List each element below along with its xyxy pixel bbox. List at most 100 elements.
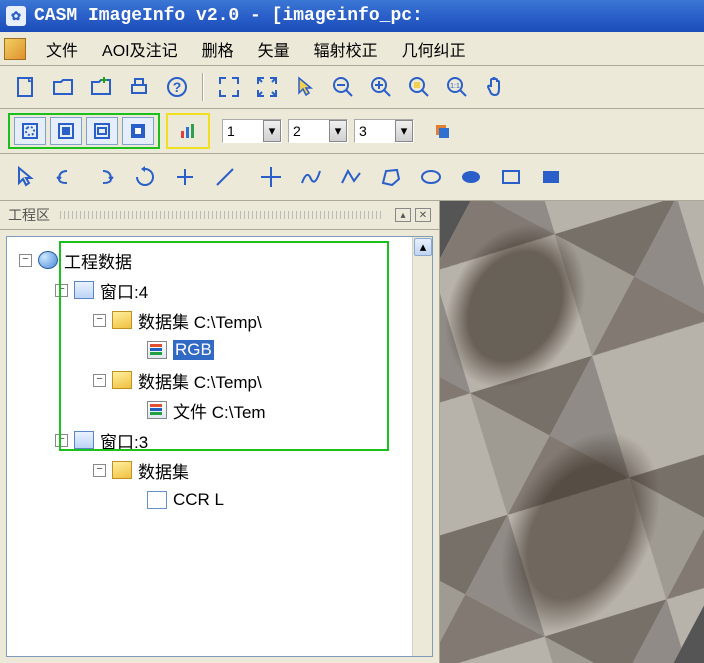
svg-text:1:1: 1:1 bbox=[450, 83, 460, 90]
menu-aoi[interactable]: AOI及注记 bbox=[90, 33, 190, 65]
line-tool[interactable] bbox=[208, 160, 242, 194]
project-tree[interactable]: − 工程数据 − 窗口:4 − 数据集 C:\Temp\ bbox=[7, 237, 412, 656]
tree-dataset-2[interactable]: − 数据集 C:\Temp\ bbox=[11, 365, 408, 395]
help-button[interactable]: ? bbox=[160, 70, 194, 104]
image-viewer[interactable] bbox=[440, 201, 704, 663]
doc-icon bbox=[147, 341, 167, 359]
window-icon bbox=[74, 431, 94, 449]
tree-label: 数据集 C:\Temp\ bbox=[138, 368, 262, 393]
zoom-in-button[interactable] bbox=[364, 70, 398, 104]
menu-vector[interactable]: 矢量 bbox=[246, 33, 302, 65]
add-point-tool[interactable] bbox=[168, 160, 202, 194]
menu-app-icon bbox=[4, 38, 26, 60]
doc-icon bbox=[147, 401, 167, 419]
combo-1-dropdown[interactable]: ▾ bbox=[263, 120, 281, 142]
panel-close-button[interactable]: ✕ bbox=[415, 208, 431, 222]
combo-3-input[interactable] bbox=[355, 123, 395, 139]
pan-button[interactable] bbox=[478, 70, 512, 104]
panel-min-button[interactable]: ▴ bbox=[395, 208, 411, 222]
zoom-region-button[interactable] bbox=[402, 70, 436, 104]
open-plus-button[interactable] bbox=[84, 70, 118, 104]
tree-dataset-1-file[interactable]: RGB bbox=[11, 335, 408, 365]
page-icon bbox=[147, 491, 167, 509]
polyline-tool[interactable] bbox=[334, 160, 368, 194]
tree-dataset-3[interactable]: − 数据集 bbox=[11, 455, 408, 485]
separator bbox=[202, 73, 204, 101]
app-title: CASM ImageInfo v2.0 - [imageinfo_pc: bbox=[34, 6, 423, 26]
zoom-out-button[interactable] bbox=[326, 70, 360, 104]
pointer-button[interactable] bbox=[288, 70, 322, 104]
print-button[interactable] bbox=[122, 70, 156, 104]
svg-text:?: ? bbox=[173, 79, 182, 95]
combo-3[interactable]: ▾ bbox=[354, 119, 414, 143]
draw-toolbar bbox=[0, 154, 704, 201]
cross-tool[interactable] bbox=[254, 160, 288, 194]
fit-in-button[interactable] bbox=[212, 70, 246, 104]
tree-label: 数据集 C:\Temp\ bbox=[138, 308, 262, 333]
collapse-icon[interactable]: − bbox=[55, 284, 68, 297]
view-mode-group bbox=[8, 113, 160, 149]
main-toolbar: ? 1:1 bbox=[0, 66, 704, 109]
mode-4-button[interactable] bbox=[122, 117, 154, 145]
app-icon: ✿ bbox=[6, 6, 26, 26]
globe-icon bbox=[38, 251, 58, 269]
menu-grid[interactable]: 删格 bbox=[190, 33, 246, 65]
menu-geo[interactable]: 几何纠正 bbox=[390, 33, 478, 65]
tree-container: − 工程数据 − 窗口:4 − 数据集 C:\Temp\ bbox=[6, 236, 433, 657]
tree-scrollbar[interactable]: ▴ bbox=[412, 237, 432, 656]
combo-1[interactable]: ▾ bbox=[222, 119, 282, 143]
rect-tool[interactable] bbox=[494, 160, 528, 194]
folder-icon bbox=[112, 311, 132, 329]
folder-icon bbox=[112, 371, 132, 389]
combo-3-dropdown[interactable]: ▾ bbox=[395, 120, 413, 142]
open-button[interactable] bbox=[46, 70, 80, 104]
combo-2-dropdown[interactable]: ▾ bbox=[329, 120, 347, 142]
filled-ellipse-tool[interactable] bbox=[454, 160, 488, 194]
panel-grip bbox=[60, 211, 381, 219]
mode-1-button[interactable] bbox=[14, 117, 46, 145]
curve-tool[interactable] bbox=[294, 160, 328, 194]
tree-dataset-3-file[interactable]: CCR L bbox=[11, 485, 408, 515]
combo-2[interactable]: ▾ bbox=[288, 119, 348, 143]
tree-window-4[interactable]: − 窗口:4 bbox=[11, 275, 408, 305]
mode-3-button[interactable] bbox=[86, 117, 118, 145]
secondary-toolbar: ▾ ▾ ▾ bbox=[0, 109, 704, 154]
rotate-tool[interactable] bbox=[128, 160, 162, 194]
redo-button[interactable] bbox=[88, 160, 122, 194]
menubar: 文件 AOI及注记 删格 矢量 辐射校正 几何纠正 bbox=[0, 32, 704, 66]
new-button[interactable] bbox=[8, 70, 42, 104]
layers-button[interactable] bbox=[426, 117, 458, 145]
undo-button[interactable] bbox=[48, 160, 82, 194]
menu-radio[interactable]: 辐射校正 bbox=[302, 33, 390, 65]
titlebar: ✿ CASM ImageInfo v2.0 - [imageinfo_pc: bbox=[0, 0, 704, 32]
combo-2-input[interactable] bbox=[289, 123, 329, 139]
select-tool[interactable] bbox=[8, 160, 42, 194]
combo-1-input[interactable] bbox=[223, 123, 263, 139]
tree-label: 工程数据 bbox=[64, 248, 132, 273]
ellipse-tool[interactable] bbox=[414, 160, 448, 194]
tree-dataset-1[interactable]: − 数据集 C:\Temp\ bbox=[11, 305, 408, 335]
collapse-icon[interactable]: − bbox=[93, 464, 106, 477]
tree-root[interactable]: − 工程数据 bbox=[11, 245, 408, 275]
mode-2-button[interactable] bbox=[50, 117, 82, 145]
collapse-icon[interactable]: − bbox=[19, 254, 32, 267]
tree-window-3[interactable]: − 窗口:3 bbox=[11, 425, 408, 455]
tree-label: RGB bbox=[173, 340, 214, 360]
menu-file[interactable]: 文件 bbox=[34, 33, 90, 65]
scroll-up-button[interactable]: ▴ bbox=[414, 238, 432, 256]
tree-label: 数据集 bbox=[138, 458, 189, 483]
tree-label: 文件 C:\Tem bbox=[173, 398, 266, 423]
chart-group bbox=[166, 113, 210, 149]
polygon-tool[interactable] bbox=[374, 160, 408, 194]
zoom-1to1-button[interactable]: 1:1 bbox=[440, 70, 474, 104]
fit-out-button[interactable] bbox=[250, 70, 284, 104]
filled-rect-tool[interactable] bbox=[534, 160, 568, 194]
tree-label: 窗口:4 bbox=[100, 278, 148, 303]
window-icon bbox=[74, 281, 94, 299]
tree-label: CCR L bbox=[173, 490, 224, 510]
collapse-icon[interactable]: − bbox=[55, 434, 68, 447]
collapse-icon[interactable]: − bbox=[93, 374, 106, 387]
collapse-icon[interactable]: − bbox=[93, 314, 106, 327]
chart-button[interactable] bbox=[172, 117, 204, 145]
tree-dataset-2-file[interactable]: 文件 C:\Tem bbox=[11, 395, 408, 425]
